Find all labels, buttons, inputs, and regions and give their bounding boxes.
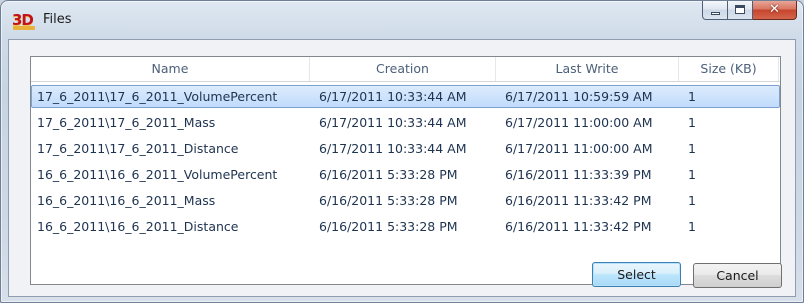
select-button[interactable]: Select (592, 262, 681, 287)
cell-name: 16_6_2011\16_6_2011_Mass (37, 193, 216, 208)
cell-creation: 6/16/2011 5:33:28 PM (319, 193, 458, 208)
table-row[interactable]: 16_6_2011\16_6_2011_Distance 6/16/2011 5… (31, 215, 780, 238)
cell-creation: 6/16/2011 5:33:28 PM (319, 167, 458, 182)
cell-creation: 6/16/2011 5:33:28 PM (319, 219, 458, 234)
cell-last-write: 6/17/2011 11:00:00 AM (505, 141, 653, 156)
cell-creation: 6/17/2011 10:33:44 AM (319, 89, 467, 104)
cell-name: 17_6_2011\17_6_2011_VolumePercent (37, 89, 278, 104)
dialog-body: Name Creation Last Write Size (KB) 17_6_… (8, 39, 796, 297)
cell-creation: 6/17/2011 10:33:44 AM (319, 141, 467, 156)
column-header-name[interactable]: Name (31, 57, 310, 81)
close-icon: ✕ (769, 2, 780, 17)
cell-creation: 6/17/2011 10:33:44 AM (319, 115, 467, 130)
cell-name: 16_6_2011\16_6_2011_Distance (37, 219, 239, 234)
column-header-size[interactable]: Size (KB) (679, 57, 779, 81)
cell-size: 1 (688, 167, 696, 182)
close-button[interactable]: ✕ (753, 1, 797, 20)
maximize-icon (735, 5, 745, 14)
table-row[interactable]: 17_6_2011\17_6_2011_Mass 6/17/2011 10:33… (31, 111, 780, 134)
caption-buttons: ✕ (702, 1, 797, 21)
column-header-creation[interactable]: Creation (310, 57, 496, 81)
cell-size: 1 (688, 115, 696, 130)
cell-size: 1 (688, 219, 696, 234)
minimize-icon (711, 12, 720, 15)
window-title: Files (43, 12, 72, 27)
cell-size: 1 (688, 193, 696, 208)
cell-name: 17_6_2011\17_6_2011_Distance (37, 141, 239, 156)
3d-app-icon: 3D (12, 9, 38, 31)
title-bar[interactable]: 3D Files ✕ (1, 1, 803, 39)
cell-size: 1 (688, 141, 696, 156)
table-row[interactable]: 17_6_2011\17_6_2011_VolumePercent 6/17/2… (31, 85, 780, 108)
files-dialog: 3D Files ✕ Name Creation Last Write Size… (0, 0, 804, 303)
table-row[interactable]: 16_6_2011\16_6_2011_VolumePercent 6/16/2… (31, 163, 780, 186)
cell-last-write: 6/16/2011 11:33:39 PM (505, 167, 652, 182)
cell-name: 16_6_2011\16_6_2011_VolumePercent (37, 167, 278, 182)
table-row[interactable]: 17_6_2011\17_6_2011_Distance 6/17/2011 1… (31, 137, 780, 160)
cell-size: 1 (688, 89, 696, 104)
files-list[interactable]: Name Creation Last Write Size (KB) 17_6_… (30, 56, 781, 285)
list-header: Name Creation Last Write Size (KB) (31, 57, 780, 82)
cell-last-write: 6/17/2011 10:59:59 AM (505, 89, 653, 104)
cancel-button[interactable]: Cancel (693, 263, 782, 288)
minimize-button[interactable] (702, 1, 728, 20)
cell-last-write: 6/16/2011 11:33:42 PM (505, 193, 652, 208)
list-rows: 17_6_2011\17_6_2011_VolumePercent 6/17/2… (31, 85, 780, 238)
maximize-button[interactable] (728, 1, 753, 20)
cell-last-write: 6/16/2011 11:33:42 PM (505, 219, 652, 234)
cell-last-write: 6/17/2011 11:00:00 AM (505, 115, 653, 130)
column-header-last-write[interactable]: Last Write (496, 57, 679, 81)
table-row[interactable]: 16_6_2011\16_6_2011_Mass 6/16/2011 5:33:… (31, 189, 780, 212)
cell-name: 17_6_2011\17_6_2011_Mass (37, 115, 216, 130)
